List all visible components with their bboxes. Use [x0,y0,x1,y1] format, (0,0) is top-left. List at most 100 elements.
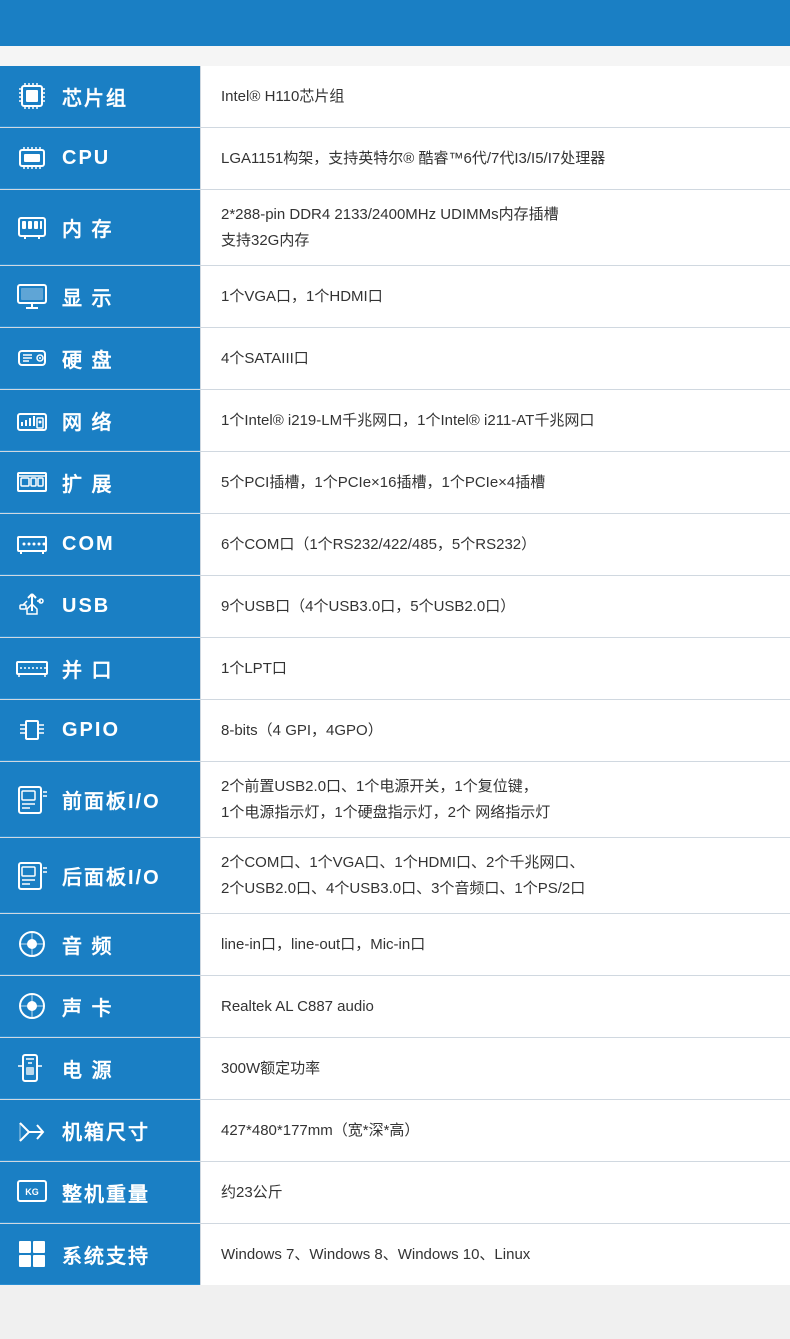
spec-label-cpu: CPU [0,128,200,189]
display-icon [12,276,52,316]
spec-value-rear-io: 2个COM口、1个VGA口、1个HDMI口、2个千兆网口、2个USB2.0口、4… [200,838,790,913]
spec-value-usb: 9个USB口（4个USB3.0口，5个USB2.0口） [200,576,790,637]
spec-row-power: 电 源 300W额定功率 [0,1038,790,1100]
spec-row-os: 系统支持 Windows 7、Windows 8、Windows 10、Linu… [0,1224,790,1285]
spec-label-chipset: 芯片组 [0,66,200,127]
spec-label-soundcard: 声 卡 [0,976,200,1037]
spec-row-soundcard: 声 卡 Realtek AL C887 audio [0,976,790,1038]
spec-table: 芯片组 Intel® H110芯片组 CPU LGA1151构架，支持英特尔® … [0,66,790,1285]
spec-label-front-io: 前面板I/O [0,762,200,837]
spacer [0,46,790,66]
svg-text:KG: KG [25,1187,39,1197]
spec-label-memory: 内 存 [0,190,200,265]
spec-row-display: 显 示 1个VGA口，1个HDMI口 [0,266,790,328]
spec-label-parallel: 并 口 [0,638,200,699]
gpio-icon [12,710,52,750]
spec-value-cpu: LGA1151构架，支持英特尔® 酷睿™6代/7代I3/I5/I7处理器 [200,128,790,189]
spec-value-network: 1个Intel® i219-LM千兆网口，1个Intel® i211-AT千兆网… [200,390,790,451]
spec-label-text-network: 网 络 [62,406,114,435]
spec-label-text-os: 系统支持 [62,1240,150,1269]
spec-value-expansion: 5个PCI插槽，1个PCIe×16插槽，1个PCIe×4插槽 [200,452,790,513]
page-wrapper: 芯片组 Intel® H110芯片组 CPU LGA1151构架，支持英特尔® … [0,0,790,1285]
spec-label-text-parallel: 并 口 [62,654,114,683]
spec-row-front-io: 前面板I/O 2个前置USB2.0口、1个电源开关，1个复位键，1个电源指示灯，… [0,762,790,838]
spec-value-power: 300W额定功率 [200,1038,790,1099]
spec-label-text-weight: 整机重量 [62,1178,150,1207]
spec-row-usb: USB 9个USB口（4个USB3.0口，5个USB2.0口） [0,576,790,638]
parallel-icon [12,648,52,688]
spec-label-text-memory: 内 存 [62,213,114,242]
spec-row-expansion: 扩 展 5个PCI插槽，1个PCIe×16插槽，1个PCIe×4插槽 [0,452,790,514]
spec-label-text-audio: 音 频 [62,930,114,959]
rear-panel-icon [12,855,52,895]
spec-label-text-power: 电 源 [62,1054,114,1083]
spec-value-hdd: 4个SATAIII口 [200,328,790,389]
spec-label-text-cpu: CPU [62,147,110,170]
spec-label-rear-io: 后面板I/O [0,838,200,913]
spec-label-text-dimensions: 机箱尺寸 [62,1116,150,1145]
spec-value-parallel: 1个LPT口 [200,638,790,699]
spec-value-audio: line-in口，line-out口，Mic-in口 [200,914,790,975]
spec-value-front-io: 2个前置USB2.0口、1个电源开关，1个复位键，1个电源指示灯，1个硬盘指示灯… [200,762,790,837]
header [0,0,790,46]
spec-row-dimensions: 机箱尺寸 427*480*177mm（宽*深*高） [0,1100,790,1162]
spec-row-weight: KG 整机重量 约23公斤 [0,1162,790,1224]
spec-value-memory: 2*288-pin DDR4 2133/2400MHz UDIMMs内存插槽支持… [200,190,790,265]
usb-icon [12,586,52,626]
spec-value-dimensions: 427*480*177mm（宽*深*高） [200,1100,790,1161]
spec-label-text-front-io: 前面板I/O [62,785,161,814]
spec-label-os: 系统支持 [0,1224,200,1285]
spec-label-dimensions: 机箱尺寸 [0,1100,200,1161]
spec-label-gpio: GPIO [0,700,200,761]
weight-icon: KG [12,1172,52,1212]
chipset-icon [12,76,52,116]
spec-row-com: COM 6个COM口（1个RS232/422/485，5个RS232） [0,514,790,576]
front-panel-icon [12,779,52,819]
spec-row-memory: 内 存 2*288-pin DDR4 2133/2400MHz UDIMMs内存… [0,190,790,266]
spec-label-text-usb: USB [62,595,110,618]
spec-value-os: Windows 7、Windows 8、Windows 10、Linux [200,1224,790,1285]
spec-label-power: 电 源 [0,1038,200,1099]
spec-label-text-chipset: 芯片组 [62,82,128,111]
spec-label-text-com: COM [62,533,115,556]
spec-row-hdd: 硬 盘 4个SATAIII口 [0,328,790,390]
spec-label-hdd: 硬 盘 [0,328,200,389]
spec-row-audio: 音 频 line-in口，line-out口，Mic-in口 [0,914,790,976]
spec-value-chipset: Intel® H110芯片组 [200,66,790,127]
spec-value-weight: 约23公斤 [200,1162,790,1223]
cpu-icon [12,138,52,178]
spec-value-com: 6个COM口（1个RS232/422/485，5个RS232） [200,514,790,575]
spec-label-display: 显 示 [0,266,200,327]
spec-label-expansion: 扩 展 [0,452,200,513]
spec-row-cpu: CPU LGA1151构架，支持英特尔® 酷睿™6代/7代I3/I5/I7处理器 [0,128,790,190]
spec-row-network: 网 络 1个Intel® i219-LM千兆网口，1个Intel® i211-A… [0,390,790,452]
spec-label-text-display: 显 示 [62,282,114,311]
spec-value-soundcard: Realtek AL C887 audio [200,976,790,1037]
expansion-icon [12,462,52,502]
spec-value-display: 1个VGA口，1个HDMI口 [200,266,790,327]
spec-label-text-soundcard: 声 卡 [62,992,114,1021]
spec-label-text-hdd: 硬 盘 [62,344,114,373]
com-icon [12,524,52,564]
spec-row-gpio: GPIO 8-bits（4 GPI，4GPO） [0,700,790,762]
power-icon [12,1048,52,1088]
memory-icon [12,207,52,247]
soundcard-icon [12,986,52,1026]
spec-label-weight: KG 整机重量 [0,1162,200,1223]
spec-label-text-expansion: 扩 展 [62,468,114,497]
hdd-icon [12,338,52,378]
spec-label-text-rear-io: 后面板I/O [62,861,161,890]
spec-row-parallel: 并 口 1个LPT口 [0,638,790,700]
spec-value-gpio: 8-bits（4 GPI，4GPO） [200,700,790,761]
spec-label-usb: USB [0,576,200,637]
dimensions-icon [12,1110,52,1150]
spec-label-com: COM [0,514,200,575]
os-icon [12,1234,52,1274]
spec-label-text-gpio: GPIO [62,719,120,742]
audio-icon [12,924,52,964]
spec-label-network: 网 络 [0,390,200,451]
spec-row-rear-io: 后面板I/O 2个COM口、1个VGA口、1个HDMI口、2个千兆网口、2个US… [0,838,790,914]
spec-row-chipset: 芯片组 Intel® H110芯片组 [0,66,790,128]
spec-label-audio: 音 频 [0,914,200,975]
network-icon [12,400,52,440]
